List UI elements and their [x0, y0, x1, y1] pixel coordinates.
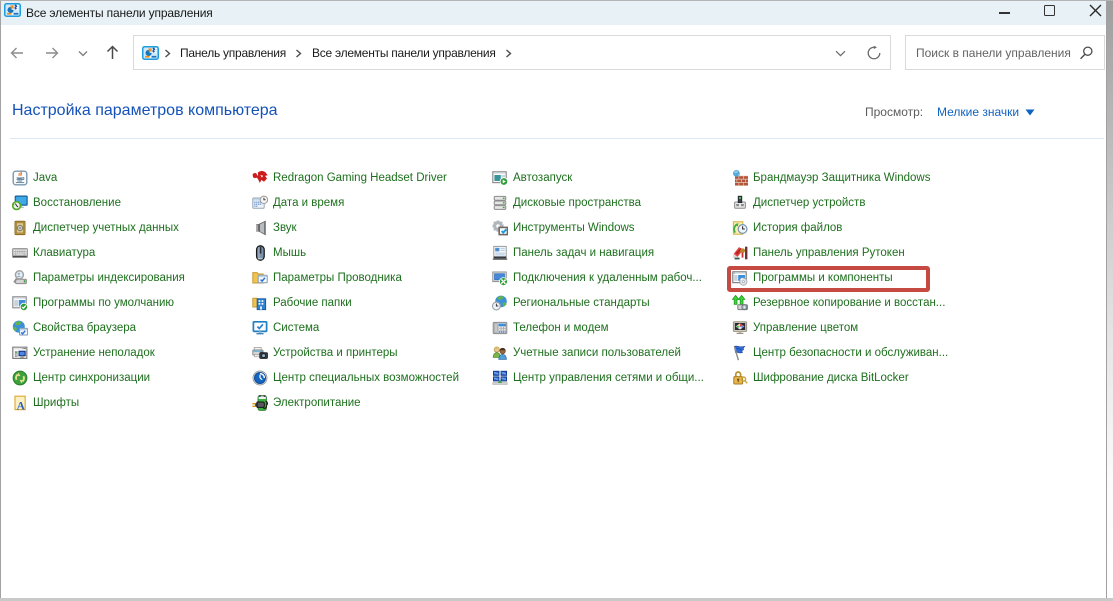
svg-text:A: A — [17, 400, 26, 411]
